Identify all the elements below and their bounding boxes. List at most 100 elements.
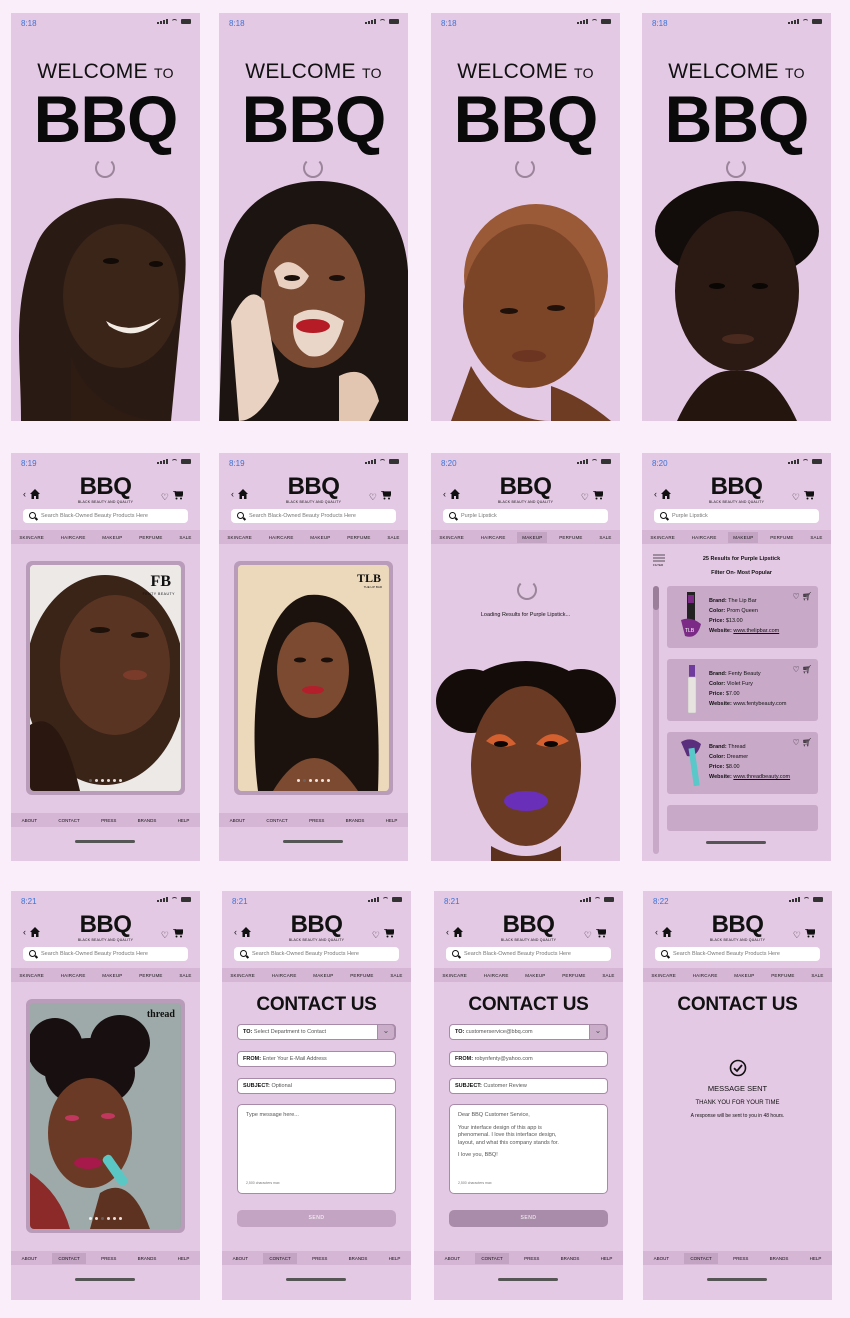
category-skincare[interactable]: SKINCARE — [14, 532, 49, 543]
category-sale[interactable]: SALE — [597, 970, 619, 981]
footer-help[interactable]: HELP — [595, 1253, 619, 1264]
message-textarea[interactable]: Dear BBQ Customer Service, Your interfac… — [449, 1104, 608, 1194]
cart-icon[interactable] — [173, 929, 183, 938]
from-field[interactable]: FROM: robynfenty@yahoo.com — [449, 1051, 608, 1067]
search-input[interactable]: Search Black-Owned Beauty Products Here — [23, 509, 188, 523]
subject-field[interactable]: SUBJECT: Optional — [237, 1078, 396, 1094]
home-icon[interactable] — [241, 927, 251, 937]
back-icon[interactable]: ‹ — [23, 927, 26, 937]
website-link[interactable]: www.thelipbar.com — [733, 628, 779, 634]
category-makeup[interactable]: MAKEUP — [97, 970, 127, 981]
back-icon[interactable]: ‹ — [231, 489, 234, 499]
footer-contact[interactable]: CONTACT — [52, 1252, 86, 1264]
home-icon[interactable] — [238, 489, 248, 499]
home-icon[interactable] — [453, 927, 463, 937]
footer-press[interactable]: PRESS — [727, 1253, 754, 1264]
category-haircare[interactable]: HAIRCARE — [56, 970, 91, 981]
category-skincare[interactable]: SKINCARE — [225, 970, 260, 981]
heart-icon[interactable]: ♡ — [793, 930, 801, 941]
footer-brands[interactable]: BRANDS — [132, 815, 163, 826]
cart-icon[interactable] — [804, 491, 814, 500]
search-input[interactable]: Purple Lipstick — [443, 509, 608, 523]
category-haircare[interactable]: HAIRCARE — [56, 532, 91, 543]
footer-help[interactable]: HELP — [804, 1253, 828, 1264]
message-textarea[interactable]: Type message here... 2,500 characters max — [237, 1104, 396, 1194]
home-icon[interactable] — [30, 489, 40, 499]
footer-press[interactable]: PRESS — [303, 815, 330, 826]
chevron-down-icon[interactable]: ⌄ — [377, 1024, 395, 1040]
search-input[interactable]: Search Black-Owned Beauty Products Here — [234, 947, 399, 961]
category-skincare[interactable]: SKINCARE — [222, 532, 257, 543]
back-icon[interactable]: ‹ — [654, 489, 657, 499]
heart-icon[interactable]: ♡ — [584, 930, 592, 941]
category-haircare[interactable]: HAIRCARE — [267, 970, 302, 981]
category-haircare[interactable]: HAIRCARE — [479, 970, 514, 981]
footer-help[interactable]: HELP — [380, 815, 404, 826]
category-makeup[interactable]: MAKEUP — [728, 531, 759, 543]
results-scrollbar[interactable] — [653, 586, 659, 854]
footer-about[interactable]: ABOUT — [227, 1253, 255, 1264]
back-icon[interactable]: ‹ — [234, 927, 237, 937]
search-input[interactable]: Search Black-Owned Beauty Products Here — [231, 509, 396, 523]
footer-about[interactable]: ABOUT — [439, 1253, 467, 1264]
website-link[interactable]: www.fentybeauty.com — [733, 701, 786, 707]
result-item[interactable]: Brand: Thread Color: Dreamer Price: $8.0… — [667, 732, 818, 794]
back-icon[interactable]: ‹ — [443, 489, 446, 499]
carousel-dots[interactable] — [30, 779, 181, 782]
result-item-placeholder[interactable] — [667, 805, 818, 831]
category-skincare[interactable]: SKINCARE — [646, 970, 681, 981]
result-item[interactable]: TLB Brand: The Lip Bar Color: Prom Queen… — [667, 586, 818, 648]
heart-icon[interactable]: ♡ — [581, 492, 589, 503]
to-select[interactable]: TO: customerservice@bbq.com ⌄ — [449, 1024, 608, 1040]
back-icon[interactable]: ‹ — [23, 489, 26, 499]
search-input[interactable]: Search Black-Owned Beauty Products Here — [23, 947, 188, 961]
cart-icon[interactable]: 🛒︎ — [802, 665, 812, 674]
category-perfume[interactable]: PERFUME — [766, 970, 799, 981]
category-sale[interactable]: SALE — [174, 970, 196, 981]
category-sale[interactable]: SALE — [805, 532, 827, 543]
footer-contact[interactable]: CONTACT — [52, 815, 85, 826]
footer-contact[interactable]: CONTACT — [263, 1252, 297, 1264]
category-skincare[interactable]: SKINCARE — [14, 970, 49, 981]
category-perfume[interactable]: PERFUME — [557, 970, 590, 981]
category-makeup[interactable]: MAKEUP — [517, 531, 548, 543]
carousel-dots[interactable] — [238, 779, 389, 782]
footer-about[interactable]: ABOUT — [224, 815, 252, 826]
category-perfume[interactable]: PERFUME — [342, 532, 375, 543]
footer-help[interactable]: HELP — [172, 815, 196, 826]
cart-icon[interactable] — [805, 929, 815, 938]
category-haircare[interactable]: HAIRCARE — [476, 532, 511, 543]
footer-press[interactable]: PRESS — [95, 1253, 122, 1264]
cart-icon[interactable] — [593, 491, 603, 500]
home-icon[interactable] — [662, 927, 672, 937]
to-select[interactable]: TO: Select Department to Contact ⌄ — [237, 1024, 396, 1040]
category-sale[interactable]: SALE — [382, 532, 404, 543]
search-input[interactable]: Search Black-Owned Beauty Products Here — [446, 947, 611, 961]
footer-about[interactable]: ABOUT — [16, 1253, 44, 1264]
footer-press[interactable]: PRESS — [95, 815, 122, 826]
category-perfume[interactable]: PERFUME — [134, 970, 167, 981]
heart-icon[interactable]: ♡ — [792, 492, 800, 503]
heart-icon[interactable]: ♡ — [161, 492, 169, 503]
category-sale[interactable]: SALE — [806, 970, 828, 981]
category-skincare[interactable]: SKINCARE — [434, 532, 469, 543]
website-link[interactable]: www.threadbeauty.com — [733, 774, 790, 780]
carousel-dots[interactable] — [30, 1217, 181, 1220]
footer-about[interactable]: ABOUT — [16, 815, 44, 826]
category-makeup[interactable]: MAKEUP — [308, 970, 338, 981]
scrollbar-thumb[interactable] — [653, 586, 659, 610]
featured-carousel[interactable]: thread — [26, 999, 185, 1233]
category-perfume[interactable]: PERFUME — [345, 970, 378, 981]
cart-icon[interactable] — [384, 929, 394, 938]
home-icon[interactable] — [450, 489, 460, 499]
category-sale[interactable]: SALE — [594, 532, 616, 543]
search-input[interactable]: Search Black-Owned Beauty Products Here — [655, 947, 820, 961]
heart-icon[interactable]: ♡ — [792, 738, 799, 747]
category-perfume[interactable]: PERFUME — [765, 532, 798, 543]
category-perfume[interactable]: PERFUME — [134, 532, 167, 543]
heart-icon[interactable]: ♡ — [792, 665, 799, 674]
cart-icon[interactable] — [596, 929, 606, 938]
category-sale[interactable]: SALE — [174, 532, 196, 543]
send-button[interactable]: SEND — [449, 1210, 608, 1227]
footer-help[interactable]: HELP — [383, 1253, 407, 1264]
